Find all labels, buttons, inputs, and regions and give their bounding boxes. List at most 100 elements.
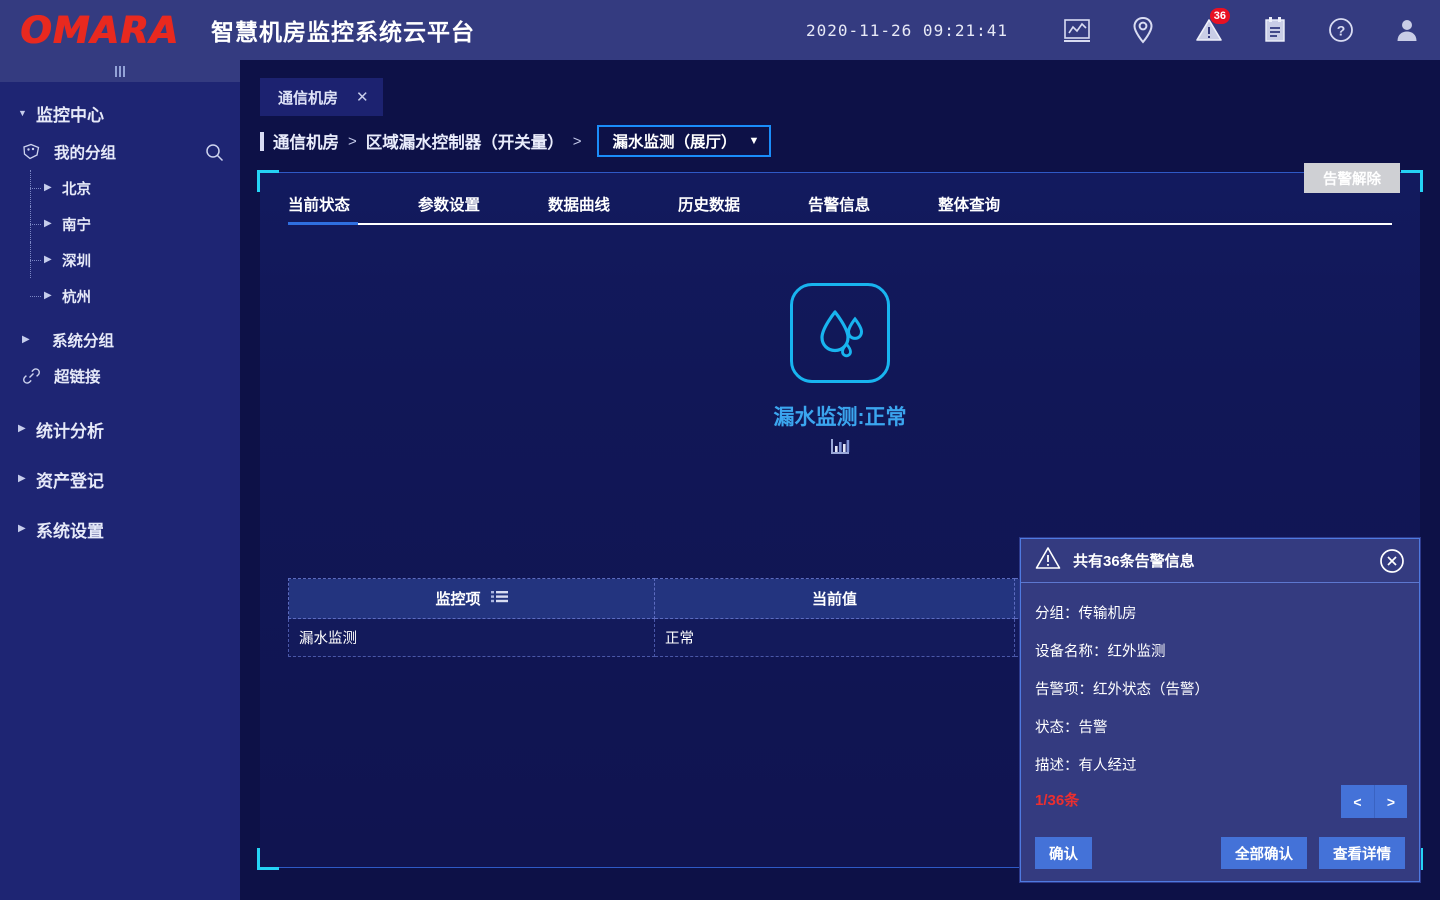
- breadcrumb-accent-bar: [260, 132, 264, 151]
- tab-data-curve[interactable]: 数据曲线: [548, 193, 610, 223]
- column-header-label: 监控项: [435, 588, 480, 609]
- tab-alarm-info[interactable]: 告警信息: [808, 193, 870, 223]
- confirm-all-button[interactable]: 全部确认: [1221, 837, 1307, 869]
- sidebar: ▼ 监控中心 我的分组 ▶ 北京: [0, 60, 240, 900]
- chevron-right-icon: ▶: [44, 183, 58, 193]
- breadcrumb-separator: >: [573, 133, 582, 150]
- chart-icon[interactable]: [1044, 0, 1110, 60]
- search-icon[interactable]: [205, 143, 224, 162]
- sidebar-item-label: 系统设置: [36, 517, 104, 542]
- alarm-dialog: 共有36条告警信息 分组：传输机房 设备名称：红外监测 告警项：红外状态（告警）…: [1020, 538, 1420, 882]
- chevron-right-icon: ▶: [18, 474, 32, 484]
- device-status-block: 漏水监测:正常: [260, 283, 1420, 462]
- alarm-dialog-title: 共有36条告警信息: [1073, 550, 1195, 571]
- alarm-dialog-footer: 确认 全部确认 查看详情: [1021, 837, 1419, 869]
- chevron-down-icon: ▼: [18, 109, 32, 118]
- list-filter-icon[interactable]: [491, 590, 508, 607]
- handle-bars-icon: [115, 66, 125, 77]
- alarm-dialog-header: 共有36条告警信息: [1021, 539, 1419, 583]
- panel-corner-bottom-left: [257, 848, 279, 870]
- breadcrumb: 通信机房 > 区域漏水控制器（开关量） > 漏水监测（展厅） ▼: [240, 120, 1440, 162]
- breadcrumb-item-controller[interactable]: 区域漏水控制器（开关量）: [366, 129, 564, 153]
- sidebar-item-label: 资产登记: [36, 467, 104, 492]
- alarm-field-status: 状态：告警: [1035, 709, 1405, 747]
- sidebar-item-label: 我的分组: [54, 141, 116, 163]
- link-icon: [22, 367, 44, 385]
- tree-stub: [30, 224, 41, 225]
- sidebar-item-beijing[interactable]: ▶ 北京: [0, 170, 240, 206]
- sidebar-item-nanning[interactable]: ▶ 南宁: [0, 206, 240, 242]
- document-tab-strip: 通信机房 ✕: [240, 60, 1440, 116]
- svg-text:?: ?: [1337, 23, 1346, 39]
- user-icon[interactable]: [1374, 0, 1440, 60]
- chevron-right-icon: ▶: [18, 424, 32, 434]
- close-circle-icon[interactable]: [1379, 548, 1405, 574]
- sidebar-item-my-group[interactable]: 我的分组: [0, 134, 240, 170]
- sidebar-item-label: 杭州: [62, 286, 91, 307]
- tree-stub: [30, 188, 41, 189]
- document-tab-label: 通信机房: [278, 87, 338, 108]
- cell-item: 漏水监测: [289, 619, 655, 657]
- chevron-right-icon: ▶: [44, 291, 58, 301]
- panel-corner-top-right: [1401, 170, 1423, 192]
- sidebar-item-statistics[interactable]: ▶ 统计分析: [0, 408, 240, 450]
- datetime-display: 2020-11-26 09:21:41: [806, 21, 1008, 40]
- top-bar-actions: 2020-11-26 09:21:41 36: [806, 0, 1440, 60]
- tree-stub: [30, 260, 41, 261]
- bar-chart-icon[interactable]: [829, 437, 851, 462]
- tab-history-data[interactable]: 历史数据: [678, 193, 740, 223]
- tab-overall-query[interactable]: 整体查询: [938, 193, 1000, 223]
- tab-current-status[interactable]: 当前状态: [288, 193, 350, 223]
- alarm-field-group: 分组：传输机房: [1035, 595, 1405, 633]
- close-icon[interactable]: ✕: [356, 88, 369, 106]
- view-details-button[interactable]: 查看详情: [1319, 837, 1405, 869]
- column-header-current-value: 当前值: [655, 579, 1015, 619]
- alarm-pager: < >: [1341, 785, 1407, 818]
- sidebar-item-label: 南宁: [62, 214, 91, 235]
- warning-triangle-icon: [1035, 546, 1061, 575]
- device-status-text: 漏水监测:正常: [774, 401, 907, 431]
- sidebar-item-label: 系统分组: [52, 329, 114, 351]
- cell-current-value: 正常: [655, 619, 1015, 657]
- water-drop-icon: [790, 283, 890, 383]
- location-icon[interactable]: [1110, 0, 1176, 60]
- alarm-field-device-name: 设备名称：红外监测: [1035, 633, 1405, 671]
- sidebar-item-shenzhen[interactable]: ▶ 深圳: [0, 242, 240, 278]
- panel-tab-bar: 当前状态 参数设置 数据曲线 历史数据 告警信息 整体查询 告警解除: [288, 183, 1392, 225]
- sidebar-item-label: 北京: [62, 178, 91, 199]
- sidebar-item-monitor-center[interactable]: ▼ 监控中心: [0, 92, 240, 134]
- chevron-right-icon: ▶: [18, 524, 32, 534]
- sidebar-nav: ▼ 监控中心 我的分组 ▶ 北京: [0, 82, 240, 550]
- chevron-right-icon: ▶: [22, 335, 36, 345]
- breadcrumb-separator: >: [348, 133, 357, 150]
- document-tab-communication-room[interactable]: 通信机房 ✕: [260, 78, 383, 116]
- breadcrumb-item-root[interactable]: 通信机房: [273, 129, 339, 153]
- device-select[interactable]: 漏水监测（展厅） ▼: [597, 125, 772, 157]
- sidebar-item-label: 监控中心: [36, 101, 104, 126]
- column-header-item[interactable]: 监控项: [289, 579, 655, 619]
- chevron-right-icon: ▶: [44, 255, 58, 265]
- pager-next-button[interactable]: >: [1374, 785, 1407, 818]
- page-title: 智慧机房监控系统云平台: [211, 13, 475, 47]
- alarm-field-alarm-item: 告警项：红外状态（告警）: [1035, 671, 1405, 709]
- top-bar: OMARA 智慧机房监控系统云平台 2020-11-26 09:21:41 36: [0, 0, 1440, 60]
- alarm-field-description: 描述：有人经过: [1035, 747, 1405, 785]
- group-icon: [22, 143, 44, 161]
- sidebar-item-label: 深圳: [62, 250, 91, 271]
- alert-icon[interactable]: 36: [1176, 0, 1242, 60]
- clipboard-icon[interactable]: [1242, 0, 1308, 60]
- pager-prev-button[interactable]: <: [1341, 785, 1374, 818]
- brand-logo: OMARA: [20, 9, 179, 52]
- sidebar-item-hyperlink[interactable]: 超链接: [0, 358, 240, 394]
- sidebar-item-system-group[interactable]: ▶ 系统分组: [0, 322, 240, 358]
- alarm-clear-button[interactable]: 告警解除: [1304, 163, 1400, 193]
- confirm-button[interactable]: 确认: [1035, 837, 1092, 869]
- sidebar-collapse-handle[interactable]: [0, 60, 240, 82]
- tab-parameter-settings[interactable]: 参数设置: [418, 193, 480, 223]
- alarm-dialog-body: 分组：传输机房 设备名称：红外监测 告警项：红外状态（告警） 状态：告警 描述：…: [1021, 583, 1419, 785]
- panel-corner-top-left: [257, 170, 279, 192]
- sidebar-item-asset-registration[interactable]: ▶ 资产登记: [0, 458, 240, 500]
- sidebar-item-hangzhou[interactable]: ▶ 杭州: [0, 278, 240, 314]
- help-icon[interactable]: ?: [1308, 0, 1374, 60]
- sidebar-item-system-settings[interactable]: ▶ 系统设置: [0, 508, 240, 550]
